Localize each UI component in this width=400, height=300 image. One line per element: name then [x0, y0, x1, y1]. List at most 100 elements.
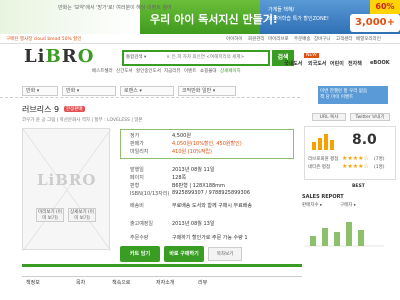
banner-main-title: 우리 아이 독서지신 만들기! [150, 13, 278, 26]
detail-label: 주문수량 [130, 235, 149, 241]
detail-label: 판형 [130, 183, 140, 189]
detail-label: 배송비 [130, 203, 144, 209]
tab-ebook-kr[interactable]: 전자책 [348, 60, 362, 67]
detail-value: 2013년 08월 11일 [172, 167, 215, 173]
sale-price-label: 판매가 [130, 141, 144, 147]
subnav-item[interactable]: 지금리뷰 [164, 68, 181, 74]
topnav-item[interactable]: 회원관리 [248, 36, 265, 42]
best-label: BEST [352, 184, 365, 189]
banner-right-sub1: 가게들 책혜/ [268, 7, 295, 13]
subnav-item[interactable]: 할인중인도서 [136, 68, 161, 74]
detail-value: 2013년 08월 13일 [172, 221, 215, 227]
preview-label: 미리보기 (이미 보기) [38, 210, 62, 221]
breadcrumb-select[interactable]: 만화 ▾ [62, 86, 116, 96]
limited-badge: 한정판매 [64, 106, 85, 112]
sales-index-link[interactable]: 판매지수 ▸ [302, 202, 322, 208]
breadcrumb-select[interactable]: 로맨스 ▾ [120, 86, 174, 96]
topnav-item[interactable]: 고객센터 [336, 36, 353, 42]
banner-small-text: 만화는 '보약'에서 '방가'로! 여러분이 해당 이벤트 참여 [58, 5, 172, 11]
detail-label: 페이지 [130, 175, 144, 181]
side-ad-box[interactable]: 이번 한챌런 할 우리 없음 책 당 마이 이벤트 [318, 86, 388, 104]
preview-button[interactable]: 미리보기 (이미 보기) [36, 208, 64, 222]
member-rating-label: 리브로회원 평점 [308, 157, 339, 162]
logo-part: R [61, 46, 78, 67]
breadcrumb-select[interactable]: 만화 ▾ [22, 86, 58, 96]
tab-author[interactable]: 저자소개 [156, 279, 174, 286]
topnav-item[interactable]: 마이리브로 [268, 36, 289, 42]
banner-won-badge: 3,000+ [350, 14, 400, 32]
cover-placeholder-icon [23, 129, 111, 251]
banner-percent-badge: 60% [370, 0, 400, 14]
detail-value: 구매하기 할인가로 주문 가능 수량 1 [172, 235, 248, 241]
tab-inside[interactable]: 책속으로 [112, 279, 130, 286]
buy-now-button[interactable]: 바로 구매하기 [164, 246, 204, 262]
detail-value: 무료배송 도서와 함께 구매시 무료배송 [172, 203, 252, 209]
topnav-item[interactable]: 장바구니 [314, 36, 331, 42]
detail-value: B6판형 | 128X188mm [172, 183, 225, 189]
tab-toc[interactable]: 목차 [76, 279, 85, 286]
detail-label: 발행일 [130, 167, 144, 173]
breadcrumb-label: 로맨스 [124, 88, 138, 94]
topnav-item[interactable]: 주문배송 [294, 36, 311, 42]
tab-foreign[interactable]: 외국도서 [308, 60, 326, 67]
detail-label: ISBN(10/13자리) [130, 191, 170, 197]
search-input[interactable]: ㅎ.은.피 자차 최신연 <여해저리의 세계> [166, 54, 244, 60]
tab-review[interactable]: 리뷰 [198, 279, 207, 286]
search-category-select[interactable]: 통합검색 ▾ [126, 54, 146, 60]
twitter-share-button[interactable]: Twitter 보내기 [350, 113, 390, 121]
sales-chart [304, 222, 384, 247]
toc-button[interactable]: 목차보기 [208, 247, 242, 261]
member-rating-stars: ★★★★☆ [342, 155, 369, 162]
tab-new-badge[interactable]: NEW [304, 53, 319, 58]
cart-button[interactable]: 카트 담기 [120, 246, 160, 262]
rating-score: 8.0 [352, 132, 377, 148]
subnav-item[interactable]: 상세페이지 [220, 68, 241, 74]
subnav-item[interactable]: 쇼핑몰대 [200, 68, 217, 74]
search-box[interactable]: 통합검색 ▾ ㅎ.은.피 자차 최신연 <여해저리의 세계> [122, 50, 270, 66]
rating-chart-icon [312, 134, 334, 150]
cover-logo: LiBRO [37, 171, 97, 189]
topnav-promo-link[interactable]: 구매된 행사정 cloud bread 50% 할인 [6, 36, 81, 42]
banner-right-sub2: 외국어학습 특가 할인ZONE! [268, 16, 329, 22]
topnav-item[interactable]: 배열모리라인 [356, 36, 381, 42]
book-cover[interactable]: LiBRO [22, 128, 111, 251]
detail-label: 출고예정일 [130, 221, 154, 227]
detail-button[interactable]: 상세보기 (이미 보기) [68, 208, 96, 222]
tab-ebook[interactable]: eBOOK [370, 60, 390, 66]
detail-tabs: 책정보 목차 책속으로 저자소개 리뷰 [22, 276, 302, 286]
sale-price-value: 4,050원(10%할인, 450원할인) [172, 141, 242, 147]
book-title: 러브리스 9 [22, 105, 60, 114]
breadcrumb-select[interactable]: 코믹만화 일반 ▾ [178, 86, 236, 96]
point-value: 410원 (10%적립) [172, 149, 212, 155]
top-banner[interactable]: 만화는 '보약'에서 '방가'로! 여러분이 해당 이벤트 참여 우리 아이 독… [0, 0, 400, 34]
logo-part: B [45, 46, 62, 67]
url-copy-button[interactable]: URL 복사 [312, 113, 346, 121]
member-rating-count: (7명) [374, 157, 385, 162]
tab-domestic[interactable]: 국내도서 [284, 60, 302, 67]
tab-book-info[interactable]: 책정보 [26, 279, 40, 286]
netizen-rating-count: (1명) [374, 165, 385, 170]
topnav-item[interactable]: 아이하이 [226, 36, 243, 42]
libro-logo[interactable]: LiBRO [24, 46, 94, 67]
logo-part: O [77, 46, 95, 67]
breadcrumb-label: 코믹만화 일반 [182, 88, 212, 94]
section-divider [22, 264, 302, 267]
list-price-value: 4,500원 [172, 133, 191, 139]
subnav-item[interactable]: 베스트셀러 [92, 68, 113, 74]
breadcrumb-label: 만화 [66, 88, 76, 94]
subnav-item[interactable]: 이벤트 [184, 68, 196, 74]
subnav-item[interactable]: 신간도서 [116, 68, 133, 74]
breadcrumb-label: 만화 [26, 88, 36, 94]
netizen-rating-stars: ★★★★☆ [342, 163, 369, 170]
ad-line: 책 당 마이 이벤트 [320, 95, 354, 100]
netizen-rating-label: 네티즌 평점 [308, 165, 331, 170]
sales-report-heading: SALES REPORT [302, 194, 344, 200]
logo-part: Li [24, 46, 46, 67]
buyer-link[interactable]: 구매자 ▸ [340, 202, 356, 208]
detail-value: 8925899307 / 9788925899306 [172, 190, 251, 196]
top-utility-nav: 구매된 행사정 cloud bread 50% 할인 아이하이 회원관리 마이리… [0, 34, 400, 44]
detail-label: 상세보기 (이미 보기) [70, 210, 94, 221]
divider [0, 97, 300, 98]
detail-value: 128쪽 [172, 175, 187, 181]
tab-kids[interactable]: 어린이 [330, 60, 344, 67]
